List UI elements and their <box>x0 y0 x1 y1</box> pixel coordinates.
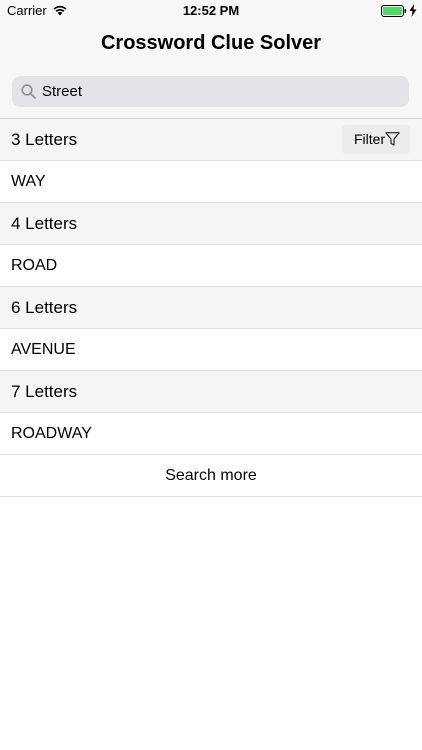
section-header-6-letters: 6 Letters <box>0 287 422 329</box>
answer-row[interactable]: ROAD <box>0 245 422 287</box>
filter-button[interactable]: Filter <box>342 125 410 154</box>
app-screen: Carrier 12:52 PM Crossword Clue Solver S… <box>0 0 422 750</box>
search-more-label: Search more <box>165 467 257 484</box>
section-title: 6 Letters <box>11 298 78 317</box>
search-more-button[interactable]: Search more <box>0 455 422 497</box>
section-header-3-letters: 3 Letters Filter <box>0 119 422 161</box>
answer-word: WAY <box>11 173 46 190</box>
charging-bolt-icon <box>409 4 417 17</box>
answer-word: AVENUE <box>11 341 76 358</box>
results-list: 3 Letters Filter WAY 4 Letters ROAD 6 Le… <box>0 119 422 497</box>
section-title: 7 Letters <box>11 382 78 401</box>
section-header-4-letters: 4 Letters <box>0 203 422 245</box>
search-field[interactable] <box>12 76 409 107</box>
page-title: Crossword Clue Solver <box>100 32 322 54</box>
section-header-7-letters: 7 Letters <box>0 371 422 413</box>
answer-row[interactable]: ROADWAY <box>0 413 422 455</box>
answer-word: ROADWAY <box>11 425 92 442</box>
answer-word: ROAD <box>11 257 58 274</box>
filter-label: Filter <box>354 131 386 147</box>
status-time: 12:52 PM <box>182 3 240 18</box>
section-title: 3 Letters <box>11 130 78 149</box>
status-bar: Carrier 12:52 PM <box>0 0 422 22</box>
battery-icon <box>381 5 407 17</box>
search-icon <box>21 84 36 99</box>
search-input[interactable] <box>42 76 392 107</box>
answer-row[interactable]: WAY <box>0 161 422 203</box>
answer-row[interactable]: AVENUE <box>0 329 422 371</box>
funnel-icon <box>385 132 400 146</box>
navigation-bar: Crossword Clue Solver <box>0 22 422 119</box>
section-title: 4 Letters <box>11 214 78 233</box>
